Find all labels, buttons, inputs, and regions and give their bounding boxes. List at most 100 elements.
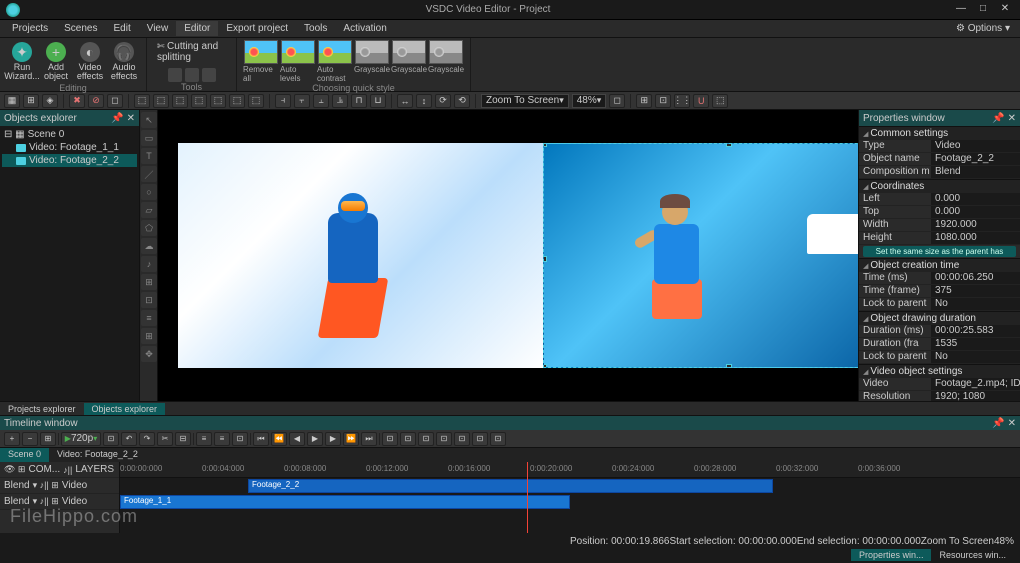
menu-view[interactable]: View	[139, 21, 177, 36]
run-wizard-button[interactable]: ✦Run Wizard...	[6, 40, 38, 83]
track-header[interactable]: Blend ▾ ♪|| ⊞ Video	[0, 478, 119, 494]
tc-button[interactable]: ⊡	[490, 432, 506, 446]
resolution-combo[interactable]: ▶ 720p ▾	[61, 432, 101, 446]
prop-val[interactable]: 00:00:06.250	[931, 272, 1020, 284]
tc-button[interactable]: ≡	[196, 432, 212, 446]
menu-edit[interactable]: Edit	[105, 21, 138, 36]
tool[interactable]: ♪	[141, 256, 157, 272]
cat-video-settings[interactable]: Video object settings	[859, 364, 1020, 378]
tree-item[interactable]: Video: Footage_1_1	[2, 141, 137, 154]
add-object-button[interactable]: +Add object	[40, 40, 72, 83]
timeline-ruler[interactable]: 0:00:00:000 0:00:04:000 0:00:08:000 0:00…	[120, 462, 1020, 478]
tc-button[interactable]: ⊡	[232, 432, 248, 446]
prop-val[interactable]: No	[931, 351, 1020, 363]
move-tool[interactable]: ✥	[141, 346, 157, 362]
tc-button[interactable]: ⊡	[103, 432, 119, 446]
play-button[interactable]: ▶	[307, 432, 323, 446]
set-parent-size-button[interactable]: Set the same size as the parent has	[863, 246, 1016, 257]
cat-coordinates[interactable]: Coordinates	[859, 179, 1020, 193]
step-fwd-button[interactable]: ▶	[325, 432, 341, 446]
align-button[interactable]: ⫟	[294, 94, 310, 108]
tool-button[interactable]: ⋮⋮	[674, 94, 690, 108]
tool[interactable]: ▭	[141, 130, 157, 146]
tool-button[interactable]: U	[693, 94, 709, 108]
prop-val[interactable]: 1535	[931, 338, 1020, 350]
tool-icon[interactable]	[185, 68, 199, 82]
objects-tree[interactable]: ⊟ ▦ Scene 0 Video: Footage_1_1 Video: Fo…	[0, 126, 139, 401]
tc-button[interactable]: +	[4, 432, 20, 446]
tool-button[interactable]: ◈	[42, 94, 58, 108]
align-button[interactable]: ⫡	[332, 94, 348, 108]
tool-button[interactable]: ⬚	[172, 94, 188, 108]
tool-button[interactable]: ⊞	[636, 94, 652, 108]
tool-button[interactable]: ⬚	[153, 94, 169, 108]
prop-val[interactable]: Footage_2_2	[931, 153, 1020, 165]
tool[interactable]: ⊞	[141, 274, 157, 290]
menu-tools[interactable]: Tools	[296, 21, 335, 36]
tc-button[interactable]: ⊡	[436, 432, 452, 446]
resize-handle[interactable]	[726, 143, 732, 147]
step-back-button[interactable]: ◀	[289, 432, 305, 446]
zoom-mode-combo[interactable]: Zoom To Screen ▾	[481, 94, 569, 108]
tool[interactable]: ⬠	[141, 220, 157, 236]
tab-objects-explorer[interactable]: Objects explorer	[84, 403, 166, 415]
menu-export[interactable]: Export project	[218, 21, 296, 36]
tool-button[interactable]: ↕	[416, 94, 432, 108]
tc-button[interactable]: −	[22, 432, 38, 446]
prop-val[interactable]: 00:00:25.583	[931, 325, 1020, 337]
tc-button[interactable]: ⊡	[418, 432, 434, 446]
prop-val[interactable]: Blend	[931, 166, 1020, 178]
prop-val[interactable]: 1080.000	[931, 232, 1020, 244]
tool-button[interactable]: ⬚	[712, 94, 728, 108]
delete-button[interactable]: ✖	[69, 94, 85, 108]
close-button[interactable]: ✕	[996, 3, 1014, 17]
quick-grayscale[interactable]: Grayscale	[354, 40, 390, 83]
tool-button[interactable]: ↔	[397, 94, 413, 108]
tab-resources[interactable]: Resources win...	[931, 549, 1014, 561]
tc-button[interactable]: ↶	[121, 432, 137, 446]
tc-button[interactable]: ⊡	[454, 432, 470, 446]
menu-scenes[interactable]: Scenes	[56, 21, 105, 36]
timeline-clip[interactable]: Footage_1_1	[120, 495, 570, 509]
tool[interactable]: ⊡	[141, 292, 157, 308]
tool[interactable]: ○	[141, 184, 157, 200]
quick-grayscale[interactable]: Grayscale	[428, 40, 464, 83]
tool-button[interactable]: ⬚	[191, 94, 207, 108]
tool[interactable]: ≡	[141, 310, 157, 326]
tool-button[interactable]: ◻	[609, 94, 625, 108]
zoom-pct-combo[interactable]: 48% ▾	[572, 94, 607, 108]
prev-button[interactable]: ⏮	[253, 432, 269, 446]
prop-val[interactable]: 0.000	[931, 193, 1020, 205]
tc-button[interactable]: ≡	[214, 432, 230, 446]
ffwd-button[interactable]: ⏩	[343, 432, 359, 446]
timeline-clip[interactable]: Footage_2_2	[248, 479, 773, 493]
tc-button[interactable]: ⊡	[472, 432, 488, 446]
tc-button[interactable]: ⊡	[400, 432, 416, 446]
tool[interactable]: T	[141, 148, 157, 164]
menu-activation[interactable]: Activation	[335, 21, 394, 36]
maximize-button[interactable]: □	[974, 3, 992, 17]
options-button[interactable]: ⚙ Options ▾	[950, 21, 1016, 36]
quick-remove-all[interactable]: Remove all	[243, 40, 279, 83]
menu-projects[interactable]: Projects	[4, 21, 56, 36]
track-header[interactable]: 👁 ⊞ COM... ♪|| LAYERS	[0, 462, 119, 478]
resize-handle[interactable]	[543, 256, 547, 262]
quick-auto-contrast[interactable]: Auto contrast	[317, 40, 353, 83]
prop-val[interactable]: Footage_2.mp4; ID	[931, 378, 1020, 390]
tool-button[interactable]: ▦	[4, 94, 20, 108]
video-effects-button[interactable]: ◐Video effects	[74, 40, 106, 83]
tc-button[interactable]: ⊟	[175, 432, 191, 446]
tc-button[interactable]: ⊡	[382, 432, 398, 446]
tool-button[interactable]: ⬚	[134, 94, 150, 108]
resize-handle[interactable]	[543, 364, 547, 368]
tool[interactable]: ⊞	[141, 328, 157, 344]
tool-icon[interactable]	[202, 68, 216, 82]
tc-button[interactable]: ⊞	[40, 432, 56, 446]
tool-button[interactable]: ⬚	[210, 94, 226, 108]
resize-handle[interactable]	[543, 143, 547, 147]
pin-icon[interactable]: 📌 ✕	[111, 113, 135, 124]
tool-icon[interactable]	[168, 68, 182, 82]
cat-drawing-duration[interactable]: Object drawing duration	[859, 311, 1020, 325]
tool[interactable]: ／	[141, 166, 157, 182]
pin-icon[interactable]: 📌 ✕	[992, 418, 1016, 429]
